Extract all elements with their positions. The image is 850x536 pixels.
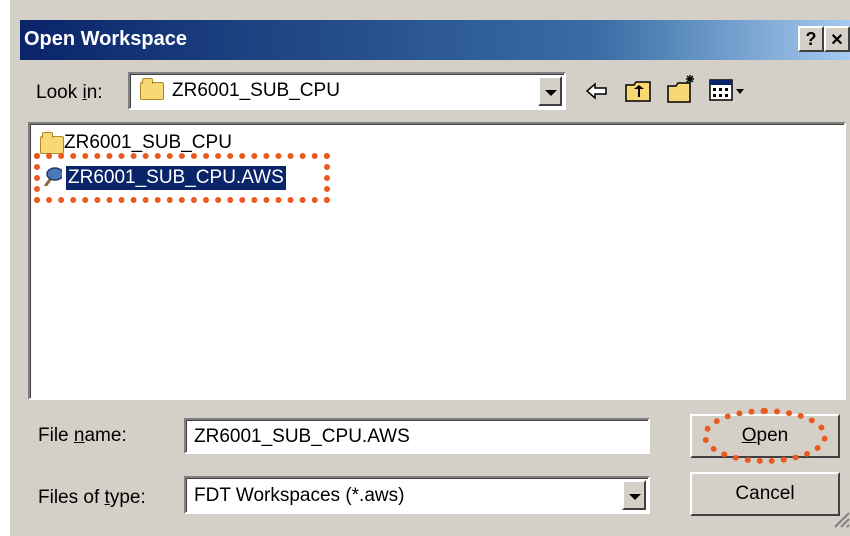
look-in-dropdown-arrow[interactable] bbox=[538, 76, 562, 106]
resize-grip-icon[interactable] bbox=[832, 510, 850, 528]
file-name-value: ZR6001_SUB_CPU.AWS bbox=[194, 426, 410, 447]
help-button[interactable]: ? bbox=[798, 26, 824, 52]
file-type-label: Files of type: bbox=[38, 487, 146, 508]
highlight-outline bbox=[34, 153, 330, 203]
file-type-combo[interactable]: FDT Workspaces (*.aws) bbox=[184, 476, 650, 514]
look-in-combo[interactable]: ZR6001_SUB_CPU bbox=[128, 72, 566, 110]
list-item-label: ZR6001_SUB_CPU bbox=[64, 132, 232, 153]
dialog-title: Open Workspace bbox=[24, 28, 188, 50]
back-icon[interactable] bbox=[584, 78, 610, 104]
new-folder-icon[interactable] bbox=[666, 74, 698, 106]
cancel-button[interactable]: Cancel bbox=[690, 472, 840, 516]
file-name-field[interactable]: ZR6001_SUB_CPU.AWS bbox=[184, 418, 650, 454]
file-type-value: FDT Workspaces (*.aws) bbox=[194, 485, 405, 506]
title-bar[interactable]: Open Workspace ? ✕ bbox=[20, 20, 850, 60]
view-menu-icon[interactable] bbox=[708, 78, 746, 104]
look-in-label: Look in: bbox=[36, 82, 103, 103]
open-highlight-outline bbox=[702, 408, 828, 464]
file-type-dropdown-arrow[interactable] bbox=[622, 480, 646, 510]
up-folder-icon[interactable] bbox=[624, 77, 654, 105]
folder-open-icon bbox=[140, 78, 164, 100]
look-in-value: ZR6001_SUB_CPU bbox=[172, 80, 340, 101]
close-button[interactable]: ✕ bbox=[824, 26, 850, 52]
folder-icon bbox=[40, 132, 64, 154]
file-name-label: File name: bbox=[38, 425, 127, 446]
open-workspace-dialog: Open Workspace ? ✕ Look in: ZR6001_SUB_C… bbox=[0, 0, 850, 536]
